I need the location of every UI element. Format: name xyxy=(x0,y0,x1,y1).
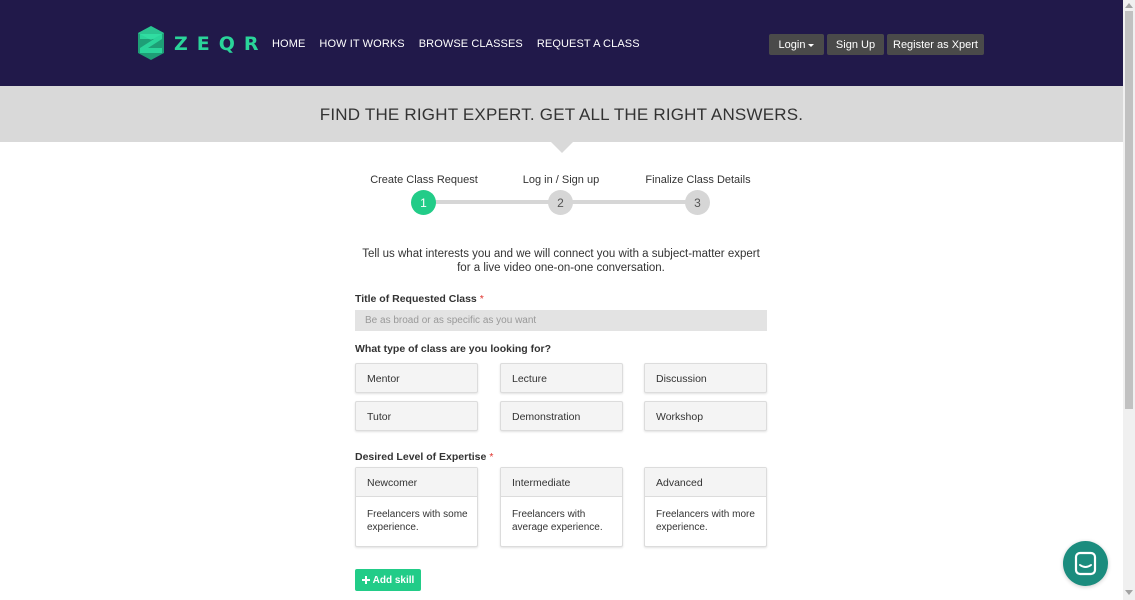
step-3-circle: 3 xyxy=(685,190,710,215)
level-description: Freelancers with some experience. xyxy=(367,509,468,533)
hero-banner: FIND THE RIGHT EXPERT. GET ALL THE RIGHT… xyxy=(0,86,1123,142)
nav-how-it-works[interactable]: HOW IT WORKS xyxy=(319,38,404,50)
chat-icon xyxy=(1074,551,1097,576)
login-dropdown-button[interactable]: Login xyxy=(769,34,824,55)
level-option-newcomer[interactable]: Newcomer Freelancers with some experienc… xyxy=(355,467,478,547)
step-2-label: Log in / Sign up xyxy=(522,174,600,186)
step-2-circle: 2 xyxy=(548,190,573,215)
level-title: Advanced xyxy=(645,468,766,497)
scroll-up-arrow-icon[interactable] xyxy=(1125,3,1133,8)
title-field-label: Title of Requested Class * xyxy=(355,293,484,305)
caret-down-icon xyxy=(808,44,815,47)
required-mark: * xyxy=(489,451,494,463)
level-description: Freelancers with average experience. xyxy=(512,509,603,533)
banner-pointer xyxy=(551,142,573,153)
level-label-text: Desired Level of Expertise xyxy=(355,451,487,463)
level-option-advanced[interactable]: Advanced Freelancers with more experienc… xyxy=(644,467,767,547)
sign-up-label: Sign Up xyxy=(835,38,876,51)
scrollbar-thumb[interactable] xyxy=(1125,11,1133,409)
level-description: Freelancers with more experience. xyxy=(656,509,755,533)
plus-icon xyxy=(361,576,370,584)
brand-name[interactable]: ZEQR xyxy=(174,33,268,55)
main-nav: HOME HOW IT WORKS BROWSE CLASSES REQUEST… xyxy=(272,38,654,50)
level-option-intermediate[interactable]: Intermediate Freelancers with average ex… xyxy=(500,467,623,547)
nav-request-a-class[interactable]: REQUEST A CLASS xyxy=(537,38,640,50)
type-option-discussion[interactable]: Discussion xyxy=(644,363,767,393)
level-title: Intermediate xyxy=(501,468,622,497)
add-skill-label: Add skill xyxy=(372,574,415,586)
scroll-down-arrow-icon[interactable] xyxy=(1125,590,1133,595)
banner-title: FIND THE RIGHT EXPERT. GET ALL THE RIGHT… xyxy=(319,105,804,124)
title-label-text: Title of Requested Class xyxy=(355,293,477,305)
step-1-circle: 1 xyxy=(411,190,436,215)
required-mark: * xyxy=(479,293,484,305)
nav-browse-classes[interactable]: BROWSE CLASSES xyxy=(419,38,523,50)
chat-launcher-button[interactable] xyxy=(1063,541,1108,586)
zeqr-logo-icon[interactable] xyxy=(138,26,164,60)
page-scrollbar[interactable] xyxy=(1123,0,1135,600)
type-option-demonstration[interactable]: Demonstration xyxy=(500,401,623,431)
expertise-level-label: Desired Level of Expertise * xyxy=(355,451,493,463)
top-navbar: ZEQR HOME HOW IT WORKS BROWSE CLASSES RE… xyxy=(0,0,1123,86)
nav-home[interactable]: HOME xyxy=(272,38,305,50)
type-option-tutor[interactable]: Tutor xyxy=(355,401,478,431)
register-xpert-button[interactable]: Register as Xpert xyxy=(887,34,984,55)
step-3-label: Finalize Class Details xyxy=(645,174,751,186)
add-skill-button[interactable]: Add skill xyxy=(355,569,421,591)
sign-up-button[interactable]: Sign Up xyxy=(827,34,884,55)
class-type-label: What type of class are you looking for? xyxy=(355,343,552,355)
step-1-label: Create Class Request xyxy=(370,174,478,186)
login-label: Login xyxy=(778,38,806,51)
intro-text: Tell us what interests you and we will c… xyxy=(362,248,760,274)
class-title-input[interactable] xyxy=(355,310,767,331)
type-option-mentor[interactable]: Mentor xyxy=(355,363,478,393)
register-label: Register as Xpert xyxy=(893,38,978,51)
level-title: Newcomer xyxy=(356,468,477,497)
type-option-workshop[interactable]: Workshop xyxy=(644,401,767,431)
type-option-lecture[interactable]: Lecture xyxy=(500,363,623,393)
